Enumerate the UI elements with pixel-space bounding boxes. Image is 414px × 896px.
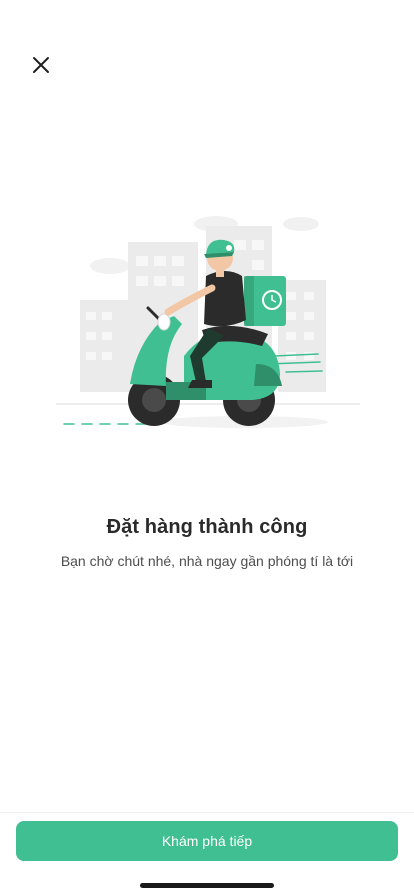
continue-exploring-label: Khám phá tiếp (161, 833, 253, 849)
delivery-scooter-illustration (56, 196, 360, 436)
close-button[interactable] (26, 52, 56, 82)
order-success-screen: Đặt hàng thành công Bạn chờ chút nhé, nh… (0, 0, 414, 896)
close-icon (32, 56, 50, 79)
home-indicator (140, 883, 274, 888)
page-title: Đặt hàng thành công (106, 516, 308, 538)
page-subtitle: Bạn chờ chút nhé, nhà ngay gần phóng tí … (60, 553, 354, 569)
continue-exploring-button[interactable]: Khám phá tiếp (16, 821, 398, 861)
